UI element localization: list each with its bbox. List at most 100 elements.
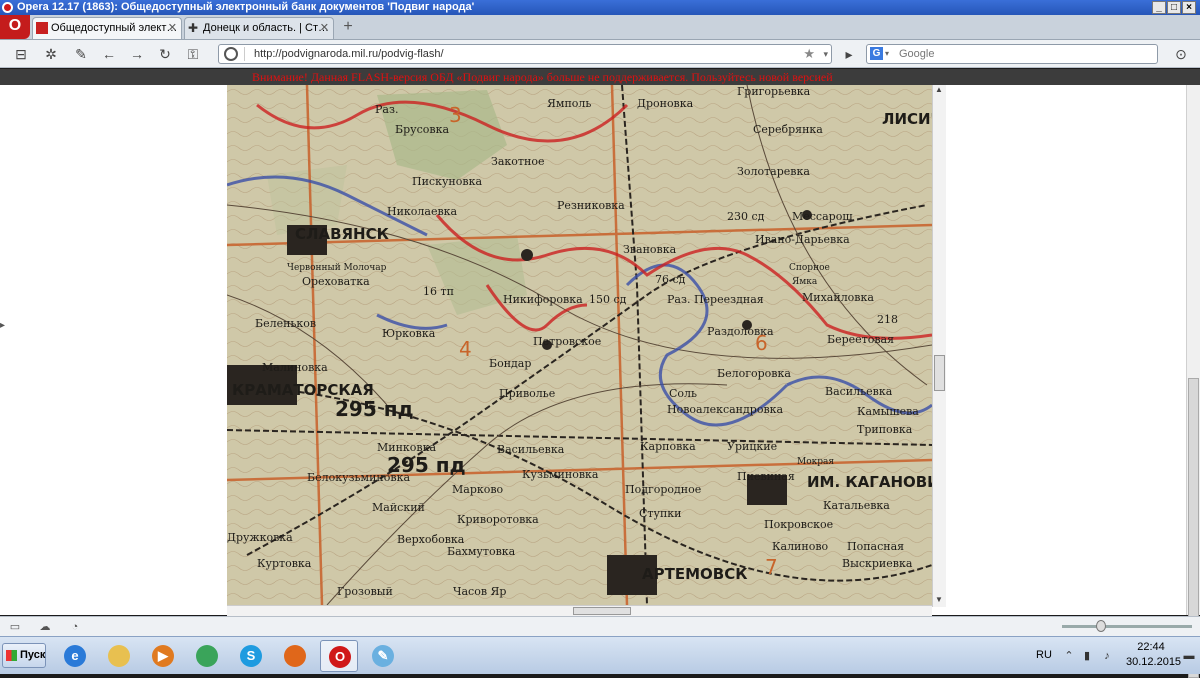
start-label: Пуск	[20, 649, 46, 661]
language-indicator[interactable]: RU	[1036, 649, 1052, 661]
scroll-up-icon[interactable]: ▲	[935, 85, 943, 94]
taskbar-app-skype[interactable]: S	[232, 640, 270, 672]
map-label: Пиевиная	[737, 470, 795, 483]
windows-flag-icon	[6, 650, 17, 661]
tab-podvig[interactable]: Общедоступный элект… ✕	[32, 17, 182, 39]
window-title-bar: Opera 12.17 (1863): Общедоступный электр…	[0, 0, 1200, 15]
map-label: Урицкие	[727, 440, 778, 453]
volume-icon[interactable]: ♪	[1100, 649, 1114, 663]
network-icon[interactable]: ▮	[1080, 649, 1094, 663]
page-scrollbar[interactable]	[1186, 85, 1200, 678]
downloads-icon[interactable]: ⊙	[1172, 45, 1190, 63]
taskbar-app-chrome[interactable]	[188, 640, 226, 672]
map-horizontal-scrollbar[interactable]	[227, 605, 932, 616]
zoom-slider-track[interactable]	[1062, 625, 1192, 628]
map-label: Катальевка	[823, 499, 890, 512]
bookmark-star-icon[interactable]: ★	[803, 45, 815, 63]
map-label: Юрковка	[382, 327, 436, 340]
speed-dial-icon[interactable]: ◔	[68, 620, 82, 634]
map-label: Спорное	[789, 263, 830, 273]
side-panel-arrow-icon[interactable]: ▸	[0, 320, 5, 331]
map-sector-number: 3	[449, 103, 462, 127]
star-favicon-icon	[36, 22, 48, 34]
reload-icon[interactable]: ↻	[156, 45, 174, 63]
map-label: Куртовка	[257, 557, 312, 570]
map-label: Мессарош	[792, 210, 853, 223]
panel-toggle-icon[interactable]: ⊟	[12, 45, 30, 63]
opera-menu-button[interactable]: O	[0, 15, 30, 39]
map-label: Белогоровка	[717, 367, 791, 380]
map-label: ИМ. КАГАНОВИЧА	[807, 473, 932, 491]
clock-time[interactable]: 22:44	[1126, 641, 1176, 653]
map-sector-number: 6	[755, 331, 768, 355]
map-label: Бахмутовка	[447, 545, 516, 558]
map-label: Васильевка	[825, 385, 893, 398]
taskbar-app-media-player[interactable]: ▶	[144, 640, 182, 672]
show-desktop-icon[interactable]: ▬	[1182, 649, 1196, 663]
map-label: 76 сд	[655, 273, 686, 286]
map-label: ЛИСИЧ	[882, 110, 932, 128]
panel-icon[interactable]: ▭	[8, 620, 22, 634]
address-bar[interactable]: http://podvignaroda.mil.ru/podvig-flash/…	[218, 44, 832, 64]
globe-icon	[224, 47, 238, 61]
map-label: Червонный Молочар	[287, 263, 387, 273]
address-url[interactable]: http://podvignaroda.mil.ru/podvig-flash/	[254, 45, 444, 63]
ie-icon: e	[64, 645, 86, 667]
close-icon[interactable]: ×	[1182, 1, 1196, 14]
map-sector-number: 7	[765, 555, 778, 579]
new-tab-icon[interactable]: +	[340, 18, 356, 36]
search-box[interactable]: G ▾ Google	[866, 44, 1158, 64]
forward-icon[interactable]: →	[128, 45, 146, 63]
map-label: Резниковка	[557, 199, 625, 212]
map-label: Криворотовка	[457, 513, 539, 526]
map-label: Васильевка	[497, 443, 565, 456]
map-label: Серебрянка	[753, 123, 823, 136]
tab-bar: O Общедоступный элект… ✕ ✚ Донецк и обла…	[0, 15, 1200, 40]
zoom-slider-thumb[interactable]	[1096, 620, 1106, 632]
map-label: Белокузьминовка	[307, 471, 411, 484]
back-icon[interactable]: ←	[100, 45, 118, 63]
search-engine-dropdown-icon[interactable]: ▾	[885, 45, 889, 63]
google-engine-icon[interactable]: G	[870, 47, 883, 60]
military-map-viewer[interactable]: СЛАВЯНСК КРАМАТОРСКАЯ АРТЕМОВСК ИМ. КАГА…	[227, 85, 932, 605]
cloud-icon[interactable]: ☁	[38, 620, 52, 634]
map-vertical-scrollbar[interactable]: ▲ ▼	[932, 85, 946, 607]
map-label: Золотаревка	[737, 165, 810, 178]
key-icon[interactable]: ⚿	[184, 45, 202, 63]
map-label: Камышева	[857, 405, 919, 418]
minimize-icon[interactable]: _	[1152, 1, 1166, 14]
clock-date[interactable]: 30.12.2015	[1126, 656, 1181, 668]
map-label: Подгородное	[625, 483, 702, 496]
taskbar-app-firefox[interactable]	[276, 640, 314, 672]
tray-expand-icon[interactable]: ⌃	[1062, 649, 1076, 663]
taskbar-app-paint[interactable]: ✎	[364, 640, 402, 672]
brush-icon[interactable]: ✎	[72, 45, 90, 63]
tab-donetsk[interactable]: ✚ Донецк и область. | Ст… ✕	[184, 17, 334, 39]
map-label: Ямполь	[547, 97, 592, 110]
scroll-down-icon[interactable]: ▼	[935, 595, 943, 604]
tab-close-icon[interactable]: ✕	[320, 18, 329, 38]
map-label: Новоалександровка	[667, 403, 784, 416]
paint-icon: ✎	[372, 645, 394, 667]
map-hscroll-thumb[interactable]	[573, 607, 631, 615]
start-button[interactable]: Пуск	[2, 643, 46, 668]
wrench-icon[interactable]: ✲	[42, 45, 60, 63]
taskbar-app-opera[interactable]: O	[320, 640, 358, 672]
tab-close-icon[interactable]: ✕	[168, 18, 177, 38]
taskbar-app-folder[interactable]	[100, 640, 138, 672]
map-label: Триповка	[857, 423, 913, 436]
map-label: Ямка	[792, 277, 818, 287]
firefox-icon	[284, 645, 306, 667]
maximize-icon[interactable]: □	[1167, 1, 1181, 14]
map-vscroll-thumb[interactable]	[934, 355, 945, 391]
map-label: Часов Яр	[453, 585, 507, 598]
taskbar-app-ie[interactable]: e	[56, 640, 94, 672]
map-label: Никифоровка	[503, 293, 583, 306]
warning-text[interactable]: Внимание! Данная FLASH-версия ОБД «Подви…	[252, 69, 833, 85]
map-label: Михайловка	[802, 291, 874, 304]
window-title: Opera 12.17 (1863): Общедоступный электр…	[17, 1, 475, 13]
address-dropdown-icon[interactable]: ▾	[823, 45, 828, 63]
go-arrow-icon[interactable]: ▸	[840, 45, 858, 63]
search-placeholder[interactable]: Google	[899, 45, 934, 63]
map-label: 150 сд	[589, 293, 627, 306]
